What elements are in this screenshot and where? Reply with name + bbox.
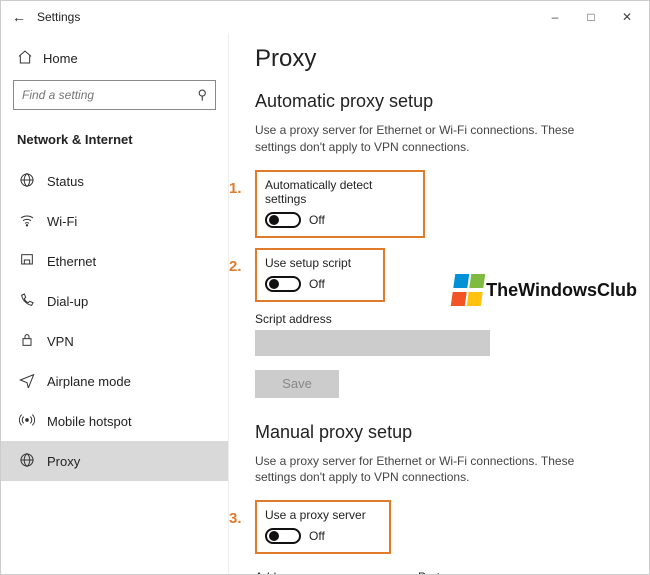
close-button[interactable]: ✕ [609,10,645,24]
watermark-text: TheWindowsClub [486,280,637,301]
home-label: Home [43,51,78,66]
annotation-1: 1. [229,180,242,197]
script-address-input[interactable] [255,330,490,356]
vpn-icon [19,332,35,351]
sidebar-item-label: Mobile hotspot [47,414,132,429]
sidebar-item-ethernet[interactable]: Ethernet [13,241,216,281]
sidebar-item-dialup[interactable]: Dial-up [13,281,216,321]
manual-description: Use a proxy server for Ethernet or Wi-Fi… [255,453,615,487]
use-proxy-group: 3. Use a proxy server Off [255,500,391,554]
sidebar-item-hotspot[interactable]: Mobile hotspot [13,401,216,441]
search-input[interactable] [22,88,197,102]
back-button[interactable]: ← [5,9,33,25]
sidebar-item-label: Wi-Fi [47,214,77,229]
save-button[interactable]: Save [255,370,339,398]
window-title: Settings [33,10,80,24]
setup-script-label: Use setup script [265,256,375,270]
address-label: Address [255,570,400,574]
sidebar-item-proxy[interactable]: Proxy [1,441,228,481]
script-address-label: Script address [255,312,623,326]
wifi-icon [19,212,35,231]
sidebar-item-status[interactable]: Status [13,161,216,201]
proxy-icon [19,452,35,471]
home-link[interactable]: Home [13,41,216,80]
use-proxy-label: Use a proxy server [265,508,381,522]
search-box[interactable]: ⚲ [13,80,216,110]
auto-detect-group: 1. Automatically detect settings Off [255,170,425,238]
use-proxy-toggle[interactable] [265,528,301,544]
sidebar: Home ⚲ Network & Internet Status Wi-Fi E… [1,33,229,574]
use-proxy-state: Off [309,529,325,543]
setup-script-state: Off [309,277,325,291]
auto-detect-toggle[interactable] [265,212,301,228]
manual-heading: Manual proxy setup [255,422,623,443]
sidebar-item-label: Ethernet [47,254,96,269]
sidebar-item-label: Airplane mode [47,374,131,389]
watermark: TheWindowsClub [452,273,637,307]
search-icon: ⚲ [197,87,207,103]
auto-detect-state: Off [309,213,325,227]
annotation-2: 2. [229,258,242,275]
windows-logo-icon [450,273,485,307]
maximize-button[interactable]: □ [573,10,609,24]
sidebar-item-label: Dial-up [47,294,88,309]
setup-script-group: 2. Use setup script Off [255,248,385,302]
dialup-icon [19,292,35,311]
section-header: Network & Internet [13,126,216,161]
auto-heading: Automatic proxy setup [255,91,623,112]
home-icon [17,49,33,68]
sidebar-item-label: VPN [47,334,74,349]
sidebar-item-wifi[interactable]: Wi-Fi [13,201,216,241]
airplane-icon [19,372,35,391]
hotspot-icon [19,412,35,431]
minimize-button[interactable]: – [537,10,573,24]
sidebar-item-airplane[interactable]: Airplane mode [13,361,216,401]
status-icon [19,172,35,191]
page-title: Proxy [255,45,623,73]
title-bar: ← Settings – □ ✕ [1,1,649,33]
ethernet-icon [19,252,35,271]
setup-script-toggle[interactable] [265,276,301,292]
sidebar-item-vpn[interactable]: VPN [13,321,216,361]
annotation-3: 3. [229,510,242,527]
auto-detect-label: Automatically detect settings [265,178,415,206]
auto-description: Use a proxy server for Ethernet or Wi-Fi… [255,122,615,156]
port-label: Port [418,570,488,574]
sidebar-item-label: Proxy [47,454,80,469]
sidebar-item-label: Status [47,174,84,189]
